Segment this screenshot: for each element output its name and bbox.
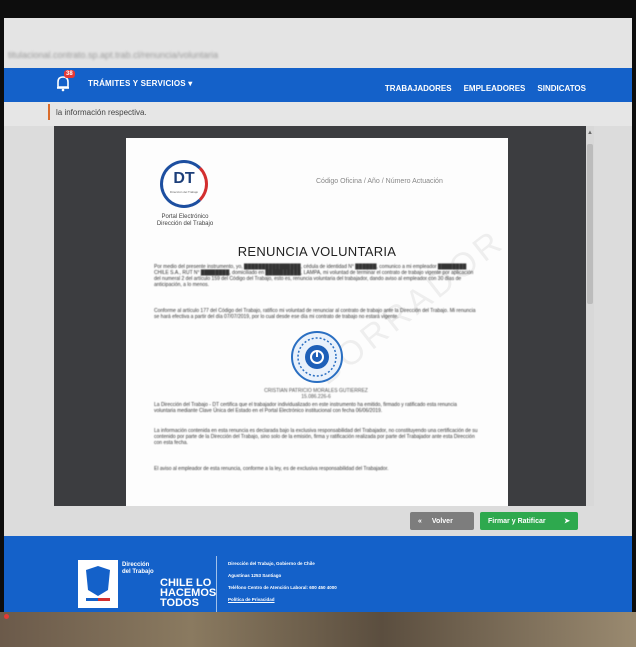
gobierno-crest-icon — [78, 560, 118, 608]
pdf-viewer[interactable]: ▲ BORRADOR DT Dirección del Trabajo Port… — [54, 126, 594, 506]
background-floor — [0, 612, 636, 647]
scroll-up-icon[interactable]: ▲ — [587, 130, 593, 136]
logo-dt-text: DT — [173, 170, 195, 187]
clave-unica-seal-icon — [291, 331, 343, 383]
footer-logo-line-1: Dirección — [122, 562, 150, 568]
back-button-label: Volver — [431, 517, 453, 525]
info-text: la información respectiva. — [56, 108, 147, 117]
sign-button-label: Firmar y Ratificar — [488, 517, 546, 525]
paragraph-notice: El aviso al empleador de esta renuncia, … — [154, 466, 389, 472]
privacy-policy-link[interactable]: Política de Privacidad — [228, 594, 337, 606]
portal-caption: Portal Electrónico Dirección del Trabajo — [146, 214, 224, 228]
chile-lo-hacemos-todos: CHILE LO HACEMOS TODOS — [160, 578, 216, 609]
footer-gob-label: Gobierno de Chile — [80, 604, 113, 609]
paragraph-ratification: Conforme al artículo 177 del Código del … — [154, 308, 476, 320]
footer-info: Dirección del Trabajo, Gobierno de Chile… — [228, 558, 337, 606]
nav-link-empleadores[interactable]: EMPLEADORES — [464, 84, 526, 93]
nav-link-sindicatos[interactable]: SINDICATOS — [537, 84, 586, 93]
action-buttons: « Volver Firmar y Ratificar ➤ — [410, 512, 578, 530]
nav-links: TRABAJADORES EMPLEADORES SINDICATOS — [385, 84, 586, 93]
tramites-menu[interactable]: TRÁMITES Y SERVICIOS ▾ — [88, 79, 192, 88]
monitor-screen: titulacional.contrato.sp.apt.trab.cl/ren… — [4, 18, 632, 630]
slogan-line-3: TODOS — [160, 597, 199, 609]
footer-divider — [216, 556, 217, 616]
logo-sub-text: Dirección del Trabajo — [169, 190, 199, 194]
viewer-scrollbar[interactable]: ▲ — [586, 126, 594, 506]
footer-logo-line-2: del Trabajo — [122, 569, 154, 575]
info-band: la información respectiva. — [4, 102, 632, 126]
portal-line-2: Dirección del Trabajo — [156, 221, 214, 227]
double-chevron-left-icon: « — [418, 517, 422, 525]
address-url[interactable]: titulacional.contrato.sp.apt.trab.cl/ren… — [8, 50, 218, 60]
nav-link-trabajadores[interactable]: TRABAJADORES — [385, 84, 452, 93]
top-navbar: 38 TRÁMITES Y SERVICIOS ▾ TRABAJADORES E… — [4, 68, 632, 102]
browser-address-bar[interactable]: titulacional.contrato.sp.apt.trab.cl/ren… — [4, 18, 632, 68]
document-title: RENUNCIA VOLUNTARIA — [237, 244, 397, 259]
send-icon: ➤ — [564, 518, 570, 525]
signer-block: CRISTIAN PATRICIO MORALES GUTIERREZ 15.0… — [236, 388, 396, 400]
sign-ratify-button[interactable]: Firmar y Ratificar ➤ — [480, 512, 578, 530]
footer-info-org: Dirección del Trabajo, Gobierno de Chile — [228, 561, 315, 566]
monitor-power-led — [4, 614, 9, 619]
paragraph-certification: La Dirección del Trabajo - DT certifica … — [154, 402, 457, 414]
back-button[interactable]: « Volver — [410, 512, 474, 530]
info-accent-bar — [48, 104, 50, 120]
paragraph-declaration: Por medio del presente instrumento, yo, … — [154, 264, 474, 288]
codigo-oficina: Código Oficina / Año / Número Actuación — [316, 178, 443, 185]
paragraph-disclaimer: La información contenida en esta renunci… — [154, 428, 478, 446]
footer-info-address: Agustinas 1253 Santiago — [228, 573, 282, 578]
dt-logo: DT Dirección del Trabajo — [160, 160, 208, 208]
photo-frame: titulacional.contrato.sp.apt.trab.cl/ren… — [0, 0, 636, 647]
portal-line-1: Portal Electrónico — [161, 214, 209, 220]
scrollbar-thumb[interactable] — [587, 144, 593, 304]
footer-info-phone: Teléfono Centro de Atención Laboral: 600… — [228, 585, 337, 590]
footer-dt-label: Dirección del Trabajo — [122, 562, 154, 576]
signer-id: 15.086.226-6 — [301, 394, 331, 400]
document-page: BORRADOR DT Dirección del Trabajo Portal… — [126, 138, 508, 506]
notification-count-badge: 38 — [64, 70, 75, 78]
